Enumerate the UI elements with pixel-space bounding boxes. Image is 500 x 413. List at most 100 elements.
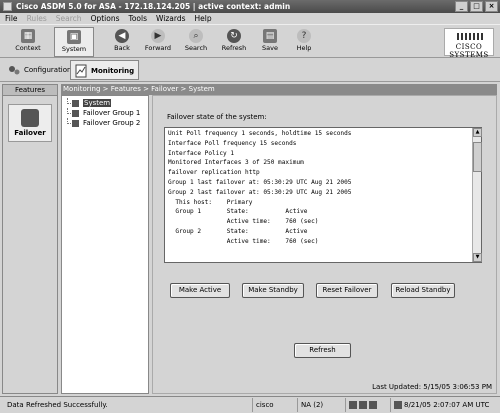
configuration-button[interactable]: Configuration	[4, 60, 71, 80]
menu-search[interactable]: Search	[56, 13, 82, 24]
menu-bar: File Rules Search Options Tools Wizards …	[0, 13, 500, 24]
make-active-button[interactable]: Make Active	[170, 283, 230, 298]
forward-arrow-icon: ▶	[151, 29, 165, 43]
search-label: Search	[184, 44, 208, 52]
failover-state-textbox[interactable]: Unit Poll frequency 1 seconds, holdtime …	[164, 127, 482, 263]
status-line: Interface Poll frequency 15 seconds	[168, 139, 297, 147]
status-line: Active time: 760 (sec)	[168, 237, 319, 245]
mode-bar: Configuration Monitoring	[0, 58, 500, 82]
search-button[interactable]: ⌕ Search	[176, 27, 216, 57]
maximize-button[interactable]: □	[470, 1, 483, 12]
status-line: Interface Policy 1	[168, 149, 235, 157]
panel-heading: Failover state of the system:	[167, 113, 267, 121]
main-toolbar: ▦ Context ▣ System ◀ Back ▶ Forward ⌕ Se…	[0, 24, 500, 59]
back-label: Back	[114, 44, 130, 52]
status-datetime-area: 8/21/05 2:07:07 AM UTC	[390, 398, 489, 412]
reload-standby-button[interactable]: Reload Standby	[391, 283, 455, 298]
status-line: Monitored Interfaces 3 of 250 maximum	[168, 159, 304, 167]
back-button[interactable]: ◀ Back	[102, 27, 142, 57]
status-line: Active time: 760 (sec)	[168, 218, 319, 226]
status-datetime: 8/21/05 2:07:07 AM UTC	[404, 401, 490, 409]
menu-help[interactable]: Help	[195, 13, 212, 24]
refresh-label: Refresh	[221, 44, 247, 52]
failover-icon	[21, 109, 39, 127]
monitoring-button[interactable]: Monitoring	[70, 60, 140, 80]
status-line: This host: Primary	[168, 198, 253, 206]
context-label: Context	[15, 44, 41, 52]
device-icon	[72, 120, 79, 127]
status-icons	[345, 398, 379, 412]
status-line: Group 2 State: Active	[168, 227, 308, 235]
help-icon: ?	[297, 29, 311, 43]
refresh-icon: ↻	[227, 29, 241, 43]
minimize-button[interactable]: _	[455, 1, 468, 12]
last-updated-text: Last Updated: 5/15/05 3:06:53 PM	[372, 383, 492, 391]
tree-item-label: System	[83, 99, 112, 107]
scroll-down-icon[interactable]: ▼	[473, 253, 482, 262]
features-panel: Features Failover	[2, 84, 58, 394]
failover-feature-button[interactable]: Failover	[8, 104, 52, 142]
status-line: Group 2 last failover at: 05:30:29 UTC A…	[168, 188, 352, 196]
cisco-logo: CISCO SYSTEMS	[444, 28, 494, 59]
help-button[interactable]: ? Help	[284, 27, 324, 57]
tree-item-label: Failover Group 2	[83, 119, 141, 127]
device-icon	[72, 100, 79, 107]
features-header: Features	[3, 85, 57, 96]
make-standby-button[interactable]: Make Standby	[242, 283, 304, 298]
app-icon	[3, 2, 12, 11]
save-label: Save	[262, 44, 278, 52]
failover-status-panel: Failover state of the system: Unit Poll …	[152, 95, 497, 394]
forward-label: Forward	[144, 44, 172, 52]
failover-state-text: Unit Poll frequency 1 seconds, holdtime …	[166, 129, 471, 261]
close-button[interactable]: ×	[485, 1, 498, 12]
lock-icon	[394, 401, 402, 409]
tree-item-failover-group-1[interactable]: Failover Group 1	[62, 108, 148, 118]
monitoring-icon	[75, 64, 87, 78]
tree-item-label: Failover Group 1	[83, 109, 141, 117]
breadcrumb: Monitoring > Features > Failover > Syste…	[61, 84, 497, 95]
status-line: Group 1 State: Active	[168, 208, 308, 216]
status-message: Data Refreshed Successfully.	[7, 401, 108, 409]
menu-rules[interactable]: Rules	[27, 13, 47, 24]
configuration-icon	[9, 66, 20, 75]
status-line: failover replication http	[168, 169, 260, 177]
vertical-scrollbar[interactable]: ▲ ▼	[472, 128, 482, 262]
menu-wizards[interactable]: Wizards	[156, 13, 186, 24]
tree-item-system[interactable]: System	[62, 98, 148, 108]
window-title: Cisco ASDM 5.0 for ASA - 172.18.124.205 …	[16, 2, 291, 11]
menu-options[interactable]: Options	[91, 13, 120, 24]
refresh-button[interactable]: ↻ Refresh	[214, 27, 254, 57]
configuration-label: Configuration	[24, 66, 72, 74]
scroll-thumb[interactable]	[473, 142, 482, 172]
lock-icon	[349, 401, 357, 409]
menu-file[interactable]: File	[5, 13, 18, 24]
refresh-status-button[interactable]: Refresh	[294, 343, 351, 358]
failover-label: Failover	[14, 129, 46, 137]
search-icon: ⌕	[189, 29, 203, 43]
tree-item-failover-group-2[interactable]: Failover Group 2	[62, 118, 148, 128]
status-user: cisco	[252, 398, 274, 412]
reset-failover-button[interactable]: Reset Failover	[316, 283, 378, 298]
window-controls: _ □ ×	[455, 1, 498, 12]
status-bar: Data Refreshed Successfully. cisco NA (2…	[0, 396, 500, 413]
help-label: Help	[296, 44, 312, 52]
menu-tools[interactable]: Tools	[129, 13, 147, 24]
system-label: System	[61, 45, 87, 53]
status-line: Group 1 last failover at: 05:30:29 UTC A…	[168, 178, 352, 186]
failover-tree: System Failover Group 1 Failover Group 2	[61, 95, 149, 394]
scroll-up-icon[interactable]: ▲	[473, 128, 482, 137]
context-button[interactable]: ▦ Context	[8, 27, 48, 57]
context-icon: ▦	[21, 29, 35, 43]
back-arrow-icon: ◀	[115, 29, 129, 43]
window-title-bar: Cisco ASDM 5.0 for ASA - 172.18.124.205 …	[0, 0, 500, 13]
forward-button[interactable]: ▶ Forward	[138, 27, 178, 57]
monitoring-label: Monitoring	[91, 67, 135, 75]
monitor-icon	[369, 401, 377, 409]
status-privilege: NA (2)	[297, 398, 323, 412]
save-icon: ▤	[263, 29, 277, 43]
system-icon: ▣	[67, 30, 81, 44]
status-line: Unit Poll frequency 1 seconds, holdtime …	[168, 130, 352, 137]
system-button[interactable]: ▣ System	[54, 27, 94, 57]
config-icon	[359, 401, 367, 409]
device-icon	[72, 110, 79, 117]
